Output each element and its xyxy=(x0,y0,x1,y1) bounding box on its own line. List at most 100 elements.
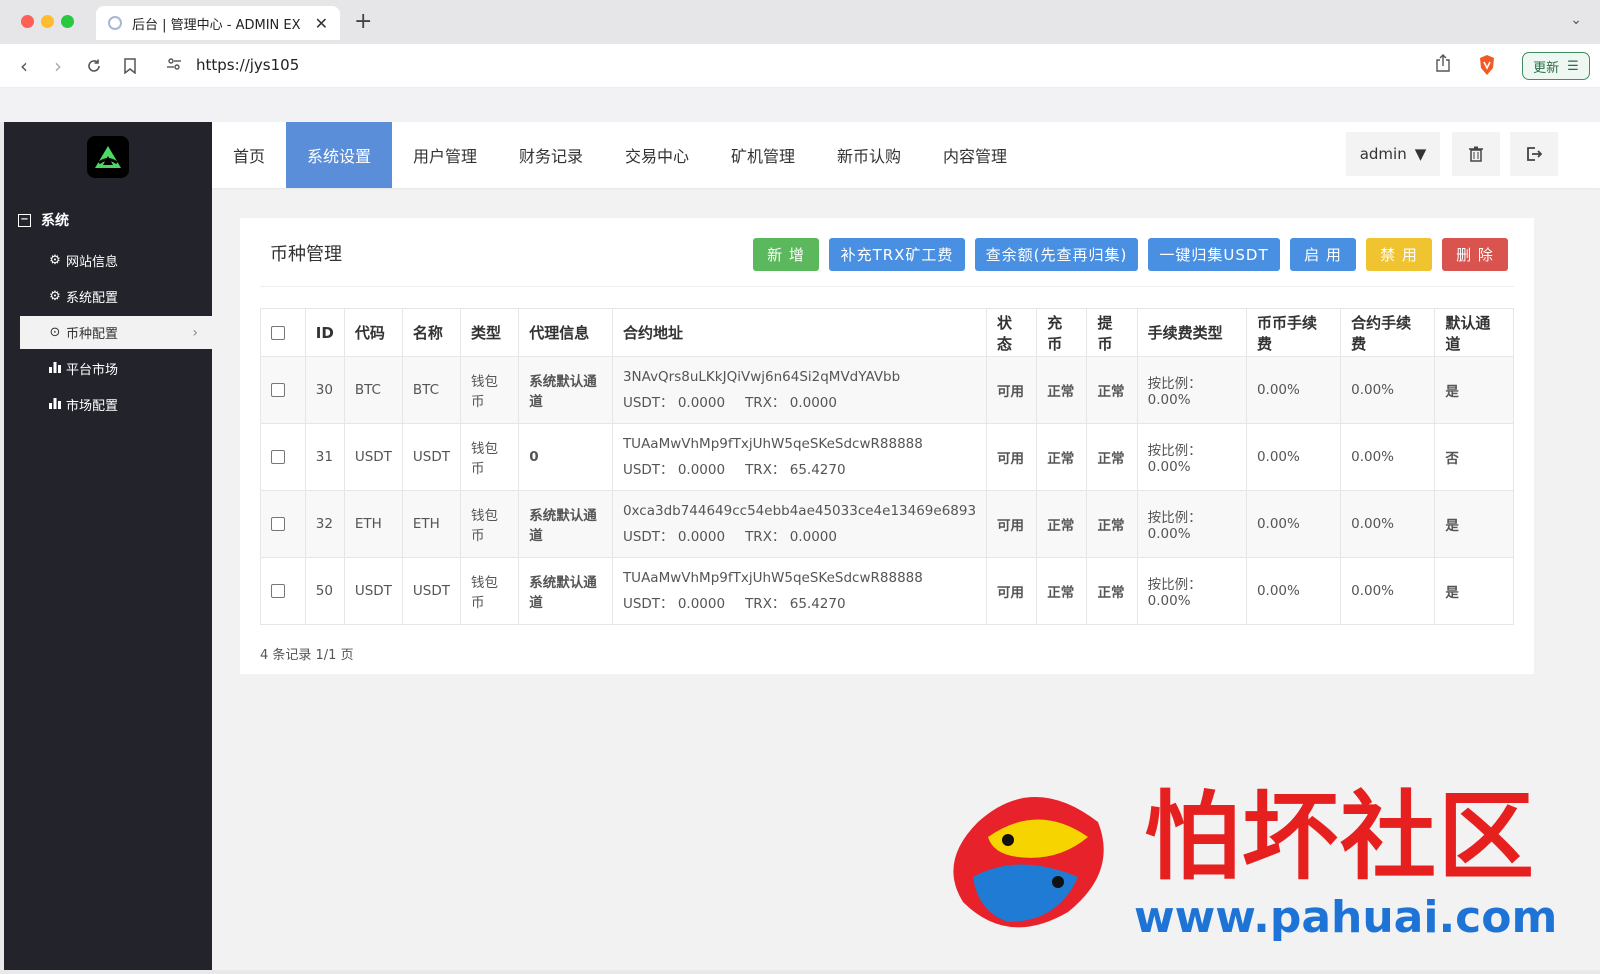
cell-name: USDT xyxy=(401,423,462,491)
reload-icon xyxy=(88,59,100,72)
row-checkbox[interactable] xyxy=(271,517,285,531)
cell-fee-type: 按比例：0.00% xyxy=(1136,557,1247,625)
maximize-window-button[interactable] xyxy=(61,15,74,28)
bar-chart-icon xyxy=(48,361,62,377)
divider xyxy=(260,286,1514,287)
site-settings-icon[interactable] xyxy=(166,56,184,74)
sidebar-item-system-config[interactable]: ⚙ 系统配置 xyxy=(20,280,212,313)
cell-agent: 系统默认通道 xyxy=(518,356,613,424)
update-button[interactable]: 更新 ☰ xyxy=(1522,52,1590,80)
logout-button[interactable] xyxy=(1510,132,1558,176)
cell-withdraw: 正常 xyxy=(1086,490,1138,558)
check-balance-button[interactable]: 查余额(先查再归集) xyxy=(975,238,1138,271)
sidebar-item-label: 系统配置 xyxy=(66,291,119,306)
tab-trading-center[interactable]: 交易中心 xyxy=(604,122,710,188)
bookmark-button[interactable] xyxy=(118,54,142,78)
address-bar[interactable]: https://jys105 xyxy=(196,56,299,74)
cell-deposit: 正常 xyxy=(1036,490,1088,558)
cell-status: 可用 xyxy=(986,557,1038,625)
share-icon[interactable] xyxy=(1436,54,1450,76)
update-label: 更新 xyxy=(1533,60,1560,76)
column-header: 手续费类型 xyxy=(1136,308,1247,357)
table-header-row: ID 代码 名称 类型 代理信息 合约地址 状态 充币 提币 手续费类型 币币手… xyxy=(260,308,1514,357)
row-checkbox[interactable] xyxy=(271,584,285,598)
trx-balance: TRX： 0.0000 xyxy=(745,529,837,545)
trx-balance: TRX： 0.0000 xyxy=(745,395,837,411)
select-all-cell xyxy=(260,308,306,357)
sidebar-item-market-config[interactable]: 市场配置 xyxy=(20,388,212,421)
trx-balance: TRX： 65.4270 xyxy=(745,462,846,478)
chevron-down-icon[interactable]: ⌄ xyxy=(1570,12,1582,28)
watermark-title: 怕坏社区 xyxy=(1144,780,1536,893)
cell-spot-fee: 0.00% xyxy=(1245,557,1342,625)
cell-spot-fee: 0.00% xyxy=(1245,490,1342,558)
column-header: 提币 xyxy=(1086,308,1138,357)
forward-button[interactable]: › xyxy=(46,54,70,78)
tab-system-settings[interactable]: 系统设置 xyxy=(286,122,392,188)
cell-contract-fee: 0.00% xyxy=(1340,423,1436,491)
close-tab-icon[interactable]: ✕ xyxy=(315,14,328,33)
cell-withdraw: 正常 xyxy=(1086,557,1138,625)
cell-spot-fee: 0.00% xyxy=(1245,356,1342,424)
tab-content-management[interactable]: 内容管理 xyxy=(922,122,1028,188)
clear-cache-button[interactable] xyxy=(1452,132,1500,176)
tab-finance-records[interactable]: 财务记录 xyxy=(498,122,604,188)
cell-id: 32 xyxy=(304,490,345,558)
cell-status: 可用 xyxy=(986,356,1038,424)
table-row: 31 USDT USDT 钱包币 0 TUAaMwVhMp9fTxjUhW5qe… xyxy=(260,423,1514,491)
contract-address: TUAaMwVhMp9fTxjUhW5qeSKeSdcwR88888 xyxy=(622,436,923,452)
browser-toolbar: ‹ › https://jys105 更新 ☰ xyxy=(0,44,1600,88)
menu-icon: ☰ xyxy=(1567,58,1579,74)
enable-button[interactable]: 启 用 xyxy=(1290,238,1356,271)
pagination-summary: 4 条记录 1/1 页 xyxy=(260,648,354,663)
topup-trx-fee-button[interactable]: 补充TRX矿工费 xyxy=(829,238,965,271)
new-tab-button[interactable]: + xyxy=(354,9,372,34)
reload-button[interactable] xyxy=(82,54,106,78)
cell-contract-fee: 0.00% xyxy=(1340,490,1436,558)
column-header: ID xyxy=(304,308,345,357)
tab-new-coin-subscription[interactable]: 新币认购 xyxy=(816,122,922,188)
select-all-checkbox[interactable] xyxy=(271,326,285,340)
sidebar: − 系统 ⚙ 网站信息 ⚙ 系统配置 ⊙ 币种配置 › 平台市场 市场配置 xyxy=(4,122,212,970)
sidebar-item-website-info[interactable]: ⚙ 网站信息 xyxy=(20,244,212,277)
back-button[interactable]: ‹ xyxy=(12,54,36,78)
cell-type: 钱包币 xyxy=(459,423,520,491)
cell-deposit: 正常 xyxy=(1036,557,1088,625)
disable-button[interactable]: 禁 用 xyxy=(1366,238,1432,271)
cell-status: 可用 xyxy=(986,423,1038,491)
table-row: 30 BTC BTC 钱包币 系统默认通道 3NAvQrs8uLKkJQiVwj… xyxy=(260,356,1514,424)
watermark: 怕坏社区 www.pahuai.com xyxy=(948,780,1557,943)
browser-tab[interactable]: 后台 | 管理中心 - ADMIN EX ✕ xyxy=(96,6,340,40)
row-checkbox[interactable] xyxy=(271,383,285,397)
column-header: 默认通道 xyxy=(1434,308,1514,357)
add-button[interactable]: 新 增 xyxy=(753,238,819,271)
page-top-gap xyxy=(0,88,1600,122)
delete-button[interactable]: 删 除 xyxy=(1442,238,1508,271)
trx-balance: TRX： 65.4270 xyxy=(745,596,846,612)
circle-dot-icon: ⊙ xyxy=(49,325,61,340)
tab-user-management[interactable]: 用户管理 xyxy=(392,122,498,188)
sidebar-group-system[interactable]: − 系统 xyxy=(18,210,69,230)
brave-shield-icon[interactable] xyxy=(1478,54,1496,76)
column-header: 代码 xyxy=(343,308,403,357)
cell-agent: 系统默认通道 xyxy=(518,490,613,558)
minimize-window-button[interactable] xyxy=(41,15,54,28)
sidebar-item-coin-config[interactable]: ⊙ 币种配置 › xyxy=(20,316,212,349)
cell-address: 0xca3db744649cc54ebb4ae45033ce4e13469e68… xyxy=(611,490,988,558)
collect-usdt-button[interactable]: 一键归集USDT xyxy=(1148,238,1280,271)
logo-icon xyxy=(95,146,121,168)
close-window-button[interactable] xyxy=(21,15,34,28)
sidebar-item-platform-market[interactable]: 平台市场 xyxy=(20,352,212,385)
page-title: 币种管理 xyxy=(270,244,342,265)
table-row: 50 USDT USDT 钱包币 系统默认通道 TUAaMwVhMp9fTxjU… xyxy=(260,557,1514,625)
usdt-balance: USDT： 0.0000 xyxy=(622,529,726,545)
column-header: 代理信息 xyxy=(518,308,613,357)
row-checkbox[interactable] xyxy=(271,450,285,464)
cell-id: 30 xyxy=(304,356,345,424)
tab-miner-management[interactable]: 矿机管理 xyxy=(710,122,816,188)
cell-fee-type: 按比例：0.00% xyxy=(1136,423,1247,491)
cell-contract-fee: 0.00% xyxy=(1340,557,1436,625)
logo[interactable] xyxy=(87,136,129,178)
tab-home[interactable]: 首页 xyxy=(212,122,286,188)
user-dropdown[interactable]: admin ▼ xyxy=(1346,132,1440,176)
